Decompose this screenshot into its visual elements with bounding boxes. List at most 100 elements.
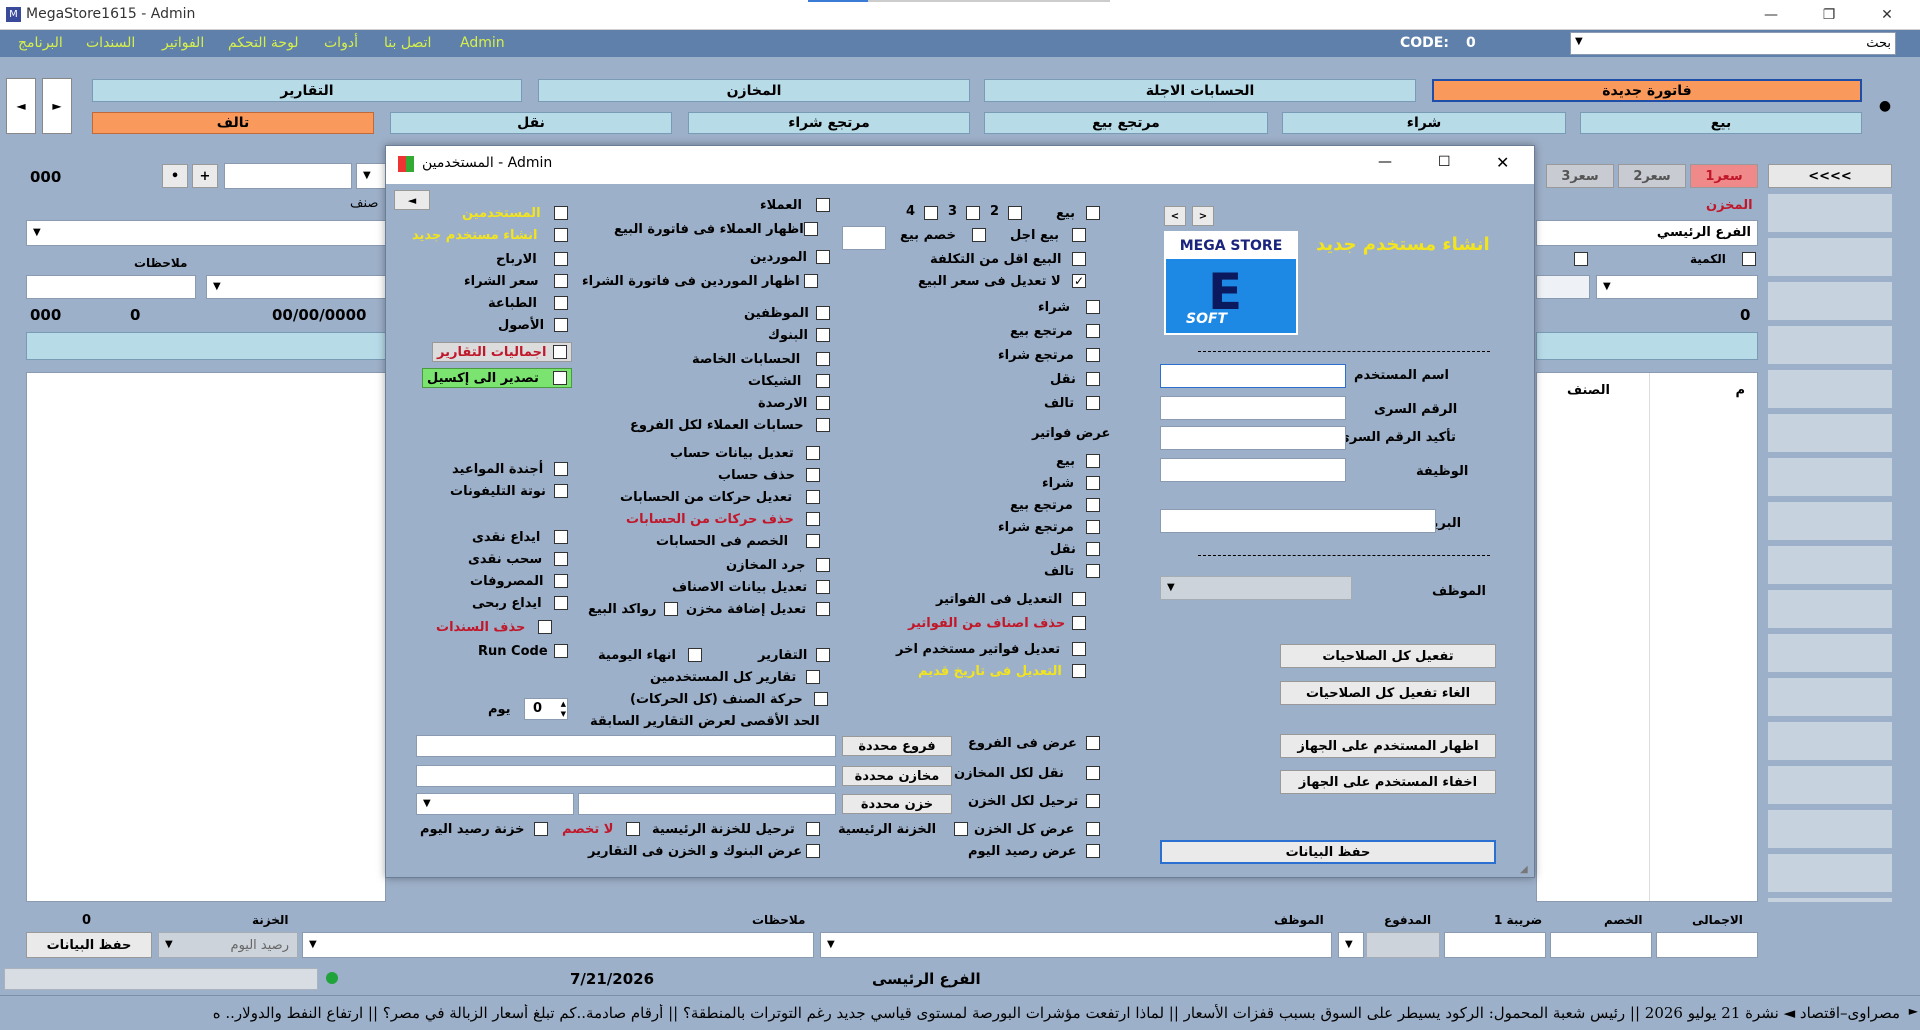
enable-all-button[interactable]: تفعيل كل الصلاحيات: [1280, 644, 1496, 668]
perm-end-day-checkbox[interactable]: [688, 648, 702, 662]
perm-discount-accounts-checkbox[interactable]: [806, 534, 820, 548]
export-excel-box[interactable]: تصدير الى إكسيل: [422, 368, 572, 388]
perm-reports-checkbox[interactable]: [816, 648, 830, 662]
perm-report-totals-checkbox[interactable]: [553, 345, 567, 359]
password-input[interactable]: [1160, 396, 1346, 420]
perm-inventory-checkbox[interactable]: [816, 558, 830, 572]
bottom-notes-input[interactable]: ▼: [302, 932, 814, 958]
perm-create-user-checkbox[interactable]: [554, 228, 568, 242]
today-balance-select[interactable]: ▼ رصيد اليوم: [158, 932, 298, 958]
reports-button[interactable]: التقارير: [92, 79, 522, 102]
perm-edit-add-store-checkbox[interactable]: [816, 602, 830, 616]
dialog-minimize-button[interactable]: —: [1378, 154, 1392, 170]
perm-purchase-price-checkbox[interactable]: [554, 274, 568, 288]
qty-checkbox[interactable]: [1742, 252, 1756, 266]
deferred-accounts-button[interactable]: الحسابات الاجلة: [984, 79, 1416, 102]
purchase-return-button[interactable]: مرتجع شراء: [688, 112, 970, 134]
chevron-down-icon[interactable]: ▼: [1575, 36, 1583, 47]
minimize-button[interactable]: —: [1742, 0, 1800, 30]
specific-safes-button[interactable]: خزن محددة: [842, 794, 952, 814]
perm-banks-checkbox[interactable]: [816, 328, 830, 342]
items-grid-right[interactable]: م الصنف: [1536, 372, 1758, 902]
menu-admin[interactable]: Admin: [460, 35, 505, 51]
perm-price2-checkbox[interactable]: [1008, 206, 1022, 220]
show-damaged-checkbox[interactable]: [1086, 564, 1100, 578]
perm-customers-checkbox[interactable]: [816, 198, 830, 212]
dot-button[interactable]: •: [162, 164, 188, 188]
show-transfer-checkbox[interactable]: [1086, 542, 1100, 556]
show-sales-return-checkbox[interactable]: [1086, 498, 1100, 512]
menu-invoices[interactable]: الفواتير: [162, 35, 204, 51]
perm-below-cost-checkbox[interactable]: [1072, 252, 1086, 266]
perm-all-branch-customers-checkbox[interactable]: [816, 418, 830, 432]
transfer-safes-checkbox[interactable]: [1086, 794, 1100, 808]
price-tab-3[interactable]: سعر3: [1546, 164, 1614, 188]
transfer-stores-checkbox[interactable]: [1086, 766, 1100, 780]
close-button[interactable]: ✕: [1858, 0, 1916, 30]
branch-field[interactable]: الفرع الرئيسي: [1536, 220, 1758, 246]
perm-sale-discount-checkbox[interactable]: [972, 228, 986, 242]
items-grid-left[interactable]: [26, 372, 386, 902]
perm-no-edit-price-checkbox[interactable]: ✓: [1072, 274, 1086, 288]
right-input-1[interactable]: [1536, 275, 1590, 299]
main-save-button[interactable]: حفظ البيانات: [26, 932, 152, 958]
nav-left-arrow[interactable]: ◄: [6, 78, 36, 134]
price-tab-2[interactable]: سعر2: [1618, 164, 1686, 188]
menu-control-panel[interactable]: لوحة التحكم: [228, 35, 299, 51]
perm-purchase-return-checkbox[interactable]: [1086, 348, 1100, 362]
perm-delete-account-moves-checkbox[interactable]: [806, 512, 820, 526]
perm-edit-old-date-checkbox[interactable]: [1072, 664, 1086, 678]
perm-edit-items-checkbox[interactable]: [816, 580, 830, 594]
perm-users-checkbox[interactable]: [554, 206, 568, 220]
perm-assets-checkbox[interactable]: [554, 318, 568, 332]
perm-checks-checkbox[interactable]: [816, 374, 830, 388]
notes-input[interactable]: [26, 275, 196, 299]
email-input[interactable]: [1160, 509, 1436, 533]
show-user-button[interactable]: اظهار المستخدم على الجهاز: [1280, 734, 1496, 758]
perm-item-movement-checkbox[interactable]: [814, 692, 828, 706]
perm-sale-racks-checkbox[interactable]: [664, 602, 678, 616]
purchase-button[interactable]: شراء: [1282, 112, 1566, 134]
perm-phonebook-checkbox[interactable]: [554, 484, 568, 498]
dialog-close-button[interactable]: ✕: [1496, 153, 1509, 172]
nav-right-arrow[interactable]: ►: [42, 78, 72, 134]
perm-appointments-checkbox[interactable]: [554, 462, 568, 476]
perm-delete-account-checkbox[interactable]: [806, 468, 820, 482]
back-arrows-button[interactable]: <<<<: [1768, 164, 1892, 188]
safes-select[interactable]: ▼: [416, 793, 574, 815]
perm-cash-withdraw-checkbox[interactable]: [554, 552, 568, 566]
total-input[interactable]: [1656, 932, 1758, 958]
perm-transfer-checkbox[interactable]: [1086, 372, 1100, 386]
perm-profit-deposit-checkbox[interactable]: [554, 596, 568, 610]
nav-dot[interactable]: ●: [1870, 78, 1900, 134]
show-purchase-return-checkbox[interactable]: [1086, 520, 1100, 534]
menu-contact[interactable]: اتصل بنا: [384, 35, 431, 51]
perm-run-code-checkbox[interactable]: [554, 644, 568, 658]
job-input[interactable]: [1160, 458, 1346, 482]
perm-expenses-checkbox[interactable]: [554, 574, 568, 588]
transfer-main-safe-checkbox[interactable]: [806, 822, 820, 836]
search-input[interactable]: ▼ بحث: [1570, 32, 1896, 55]
perm-damaged-checkbox[interactable]: [1086, 396, 1100, 410]
stores-list-input[interactable]: [416, 765, 836, 787]
item-code-input[interactable]: [224, 163, 352, 189]
perm-suppliers-checkbox[interactable]: [816, 250, 830, 264]
menu-program[interactable]: البرنامج: [18, 35, 63, 51]
show-sale-checkbox[interactable]: [1086, 454, 1100, 468]
perm-show-customers-checkbox[interactable]: [804, 222, 818, 236]
show-purchase-checkbox[interactable]: [1086, 476, 1100, 490]
perm-sales-return-checkbox[interactable]: [1086, 324, 1100, 338]
main-safe-checkbox[interactable]: [954, 822, 968, 836]
damaged-button[interactable]: تالف: [92, 112, 374, 134]
maximize-button[interactable]: ❐: [1800, 0, 1858, 30]
perm-sale-checkbox[interactable]: [1086, 206, 1100, 220]
safes-list-input[interactable]: [578, 793, 836, 815]
perm-show-suppliers-checkbox[interactable]: [804, 274, 818, 288]
specific-branches-button[interactable]: فروع محددة: [842, 736, 952, 756]
perm-price4-checkbox[interactable]: [924, 206, 938, 220]
perm-profits-checkbox[interactable]: [554, 252, 568, 266]
specific-stores-button[interactable]: مخازن محددة: [842, 766, 952, 786]
plus-button[interactable]: +: [192, 164, 218, 188]
perm-private-accounts-checkbox[interactable]: [816, 352, 830, 366]
employee-select[interactable]: ▼: [820, 932, 1332, 958]
